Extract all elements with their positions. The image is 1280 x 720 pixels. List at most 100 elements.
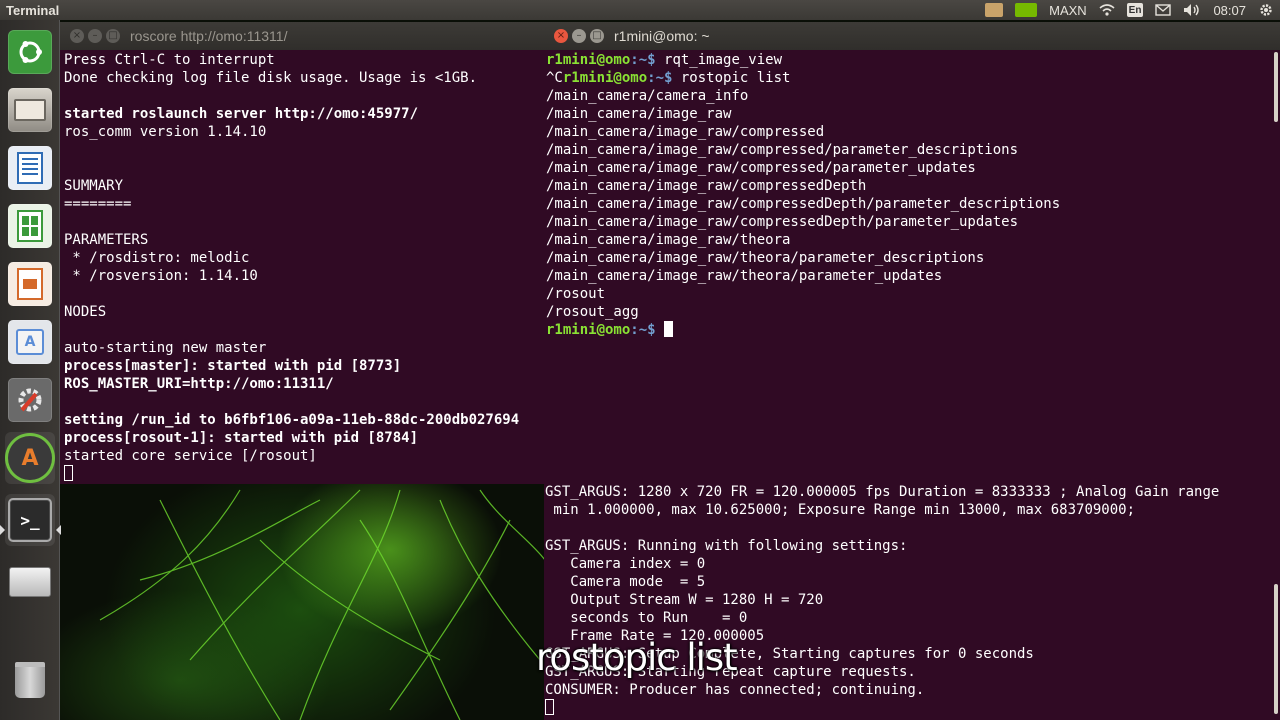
volume-icon[interactable] [1183, 2, 1201, 18]
gst-terminal-window[interactable]: GST_ARGUS: 1280 x 720 FR = 120.000005 fp… [544, 484, 1280, 720]
trash-icon[interactable] [5, 654, 55, 706]
wifi-icon[interactable] [1099, 2, 1115, 18]
terminal-output[interactable]: r1mini@omo:~$ rqt_image_view ^Cr1mini@omo… [546, 51, 1280, 484]
command-line: ^Cr1mini@omo:~$ rostopic list [546, 69, 1280, 87]
window-title: r1mini@omo: ~ [614, 28, 710, 44]
folder-icon[interactable] [985, 3, 1004, 17]
roscore-terminal-window[interactable]: × – □ roscore http://omo:11311/ Press Ct… [60, 22, 546, 484]
minimize-icon[interactable]: – [88, 29, 102, 43]
output-line: min 1.000000, max 10.625000; Exposure Ra… [545, 502, 1136, 518]
topic-item: /main_camera/image_raw/compressed [546, 124, 825, 140]
cursor-line [545, 699, 1280, 717]
ubuntu-dash-icon[interactable] [5, 26, 55, 78]
scrollbar[interactable] [1274, 584, 1278, 714]
topic-item: /main_camera/image_raw/compressed/parame… [546, 160, 976, 176]
drive-icon[interactable] [5, 556, 55, 608]
output-line: seconds to Run = 0 [545, 610, 748, 626]
settings-icon[interactable] [5, 374, 55, 426]
gear-icon[interactable] [1258, 2, 1274, 18]
topic-item: /main_camera/image_raw/theora [546, 232, 791, 248]
scrollbar[interactable] [1274, 52, 1278, 122]
terminal-cursor [664, 321, 674, 337]
prompt-path: :~$ [630, 322, 665, 338]
output-line: NODES [64, 304, 107, 320]
output-line: ======== [64, 196, 132, 212]
rostopic-terminal-window[interactable]: × – □ r1mini@omo: ~ r1mini@omo:~$ rqt_im… [544, 22, 1280, 484]
output-line: SUMMARY [64, 178, 124, 194]
terminal-cursor [64, 465, 73, 481]
close-icon[interactable]: × [70, 29, 84, 43]
running-indicator [56, 525, 61, 535]
prompt-path: :~$ [647, 70, 673, 86]
command-text: rqt_image_view [655, 52, 783, 68]
files-icon[interactable] [5, 84, 55, 136]
output-line: auto-starting new master [64, 340, 267, 356]
terminal-cursor [545, 699, 554, 715]
running-indicator [0, 525, 5, 535]
output-line: Output Stream W = 1280 H = 720 [545, 592, 824, 608]
output-line: GST_ARGUS: Running with following settin… [545, 538, 908, 554]
topic-item: /main_camera/image_raw/compressedDepth/p… [546, 196, 1061, 212]
output-line: GST_ARGUS: 1280 x 720 FR = 120.000005 fp… [545, 484, 1220, 500]
topic-item: /main_camera/image_raw/compressed/parame… [546, 142, 1019, 158]
software-updater-icon[interactable]: A [5, 432, 55, 484]
topic-item: /main_camera/image_raw/compressedDepth [546, 178, 867, 194]
maximize-icon[interactable]: □ [106, 29, 120, 43]
maximize-icon[interactable]: □ [590, 29, 604, 43]
prompt-path: :~$ [630, 52, 656, 68]
calc-icon[interactable] [5, 200, 55, 252]
output-line: * /rosversion: 1.14.10 [64, 268, 258, 284]
prompt-user: r1mini@omo [562, 70, 648, 86]
topic-item: /main_camera/image_raw/theora/parameter_… [546, 268, 943, 284]
minimize-icon[interactable]: – [572, 29, 586, 43]
interrupt-marker: ^C [546, 70, 563, 86]
keyboard-icon[interactable]: En [1126, 3, 1144, 17]
output-line: started roslaunch server http://omo:4597… [64, 106, 419, 122]
launcher: A A >_ [0, 20, 61, 720]
output-line: ROS_MASTER_URI=http://omo:11311/ [64, 376, 334, 392]
topic-item: /main_camera/image_raw/compressedDepth/p… [546, 214, 1019, 230]
system-tray: MAXN En 08:07 [985, 0, 1274, 20]
output-line: Press Ctrl-C to interrupt [64, 52, 275, 68]
output-line: Camera mode = 5 [545, 574, 706, 590]
impress-icon[interactable] [5, 258, 55, 310]
topic-item: /rosout_agg [546, 304, 639, 320]
top-panel: Terminal MAXN En 08:07 [0, 0, 1280, 20]
topic-item: /main_camera/camera_info [546, 88, 749, 104]
cursor-line [64, 465, 546, 483]
power-mode-label[interactable]: MAXN [1049, 2, 1087, 18]
rostopic-titlebar[interactable]: × – □ r1mini@omo: ~ [544, 22, 1280, 50]
output-line: PARAMETERS [64, 232, 149, 248]
terminal-output[interactable]: Press Ctrl-C to interrupt Done checking l… [64, 51, 546, 484]
command-text: rostopic list [672, 70, 791, 86]
prompt-user: r1mini@omo [546, 322, 631, 338]
output-line: process[master]: started with pid [8773] [64, 358, 402, 374]
mail-icon[interactable] [1155, 2, 1172, 18]
topic-item: /rosout [546, 286, 606, 302]
output-line: CONSUMER: Producer has connected; contin… [545, 682, 925, 698]
terminal-icon[interactable]: >_ [5, 494, 55, 546]
clock[interactable]: 08:07 [1213, 2, 1246, 18]
output-line: * /rosdistro: melodic [64, 250, 250, 266]
close-icon[interactable]: × [554, 29, 568, 43]
writer-icon[interactable] [5, 142, 55, 194]
output-line: Camera index = 0 [545, 556, 706, 572]
command-line: r1mini@omo:~$ rqt_image_view [546, 51, 1280, 69]
output-line: Done checking log file disk usage. Usage… [64, 70, 478, 86]
video-caption: rostopic list [536, 636, 738, 679]
software-center-icon[interactable]: A [5, 316, 55, 368]
terminal-output[interactable]: GST_ARGUS: 1280 x 720 FR = 120.000005 fp… [545, 484, 1280, 720]
output-line: setting /run_id to b6fbf106-a09a-11eb-88… [64, 412, 520, 428]
output-line: started core service [/rosout] [64, 448, 317, 464]
topic-item: /main_camera/image_raw/theora/parameter_… [546, 250, 985, 266]
nvidia-icon[interactable] [1015, 3, 1038, 17]
roscore-titlebar[interactable]: × – □ roscore http://omo:11311/ [60, 22, 546, 50]
